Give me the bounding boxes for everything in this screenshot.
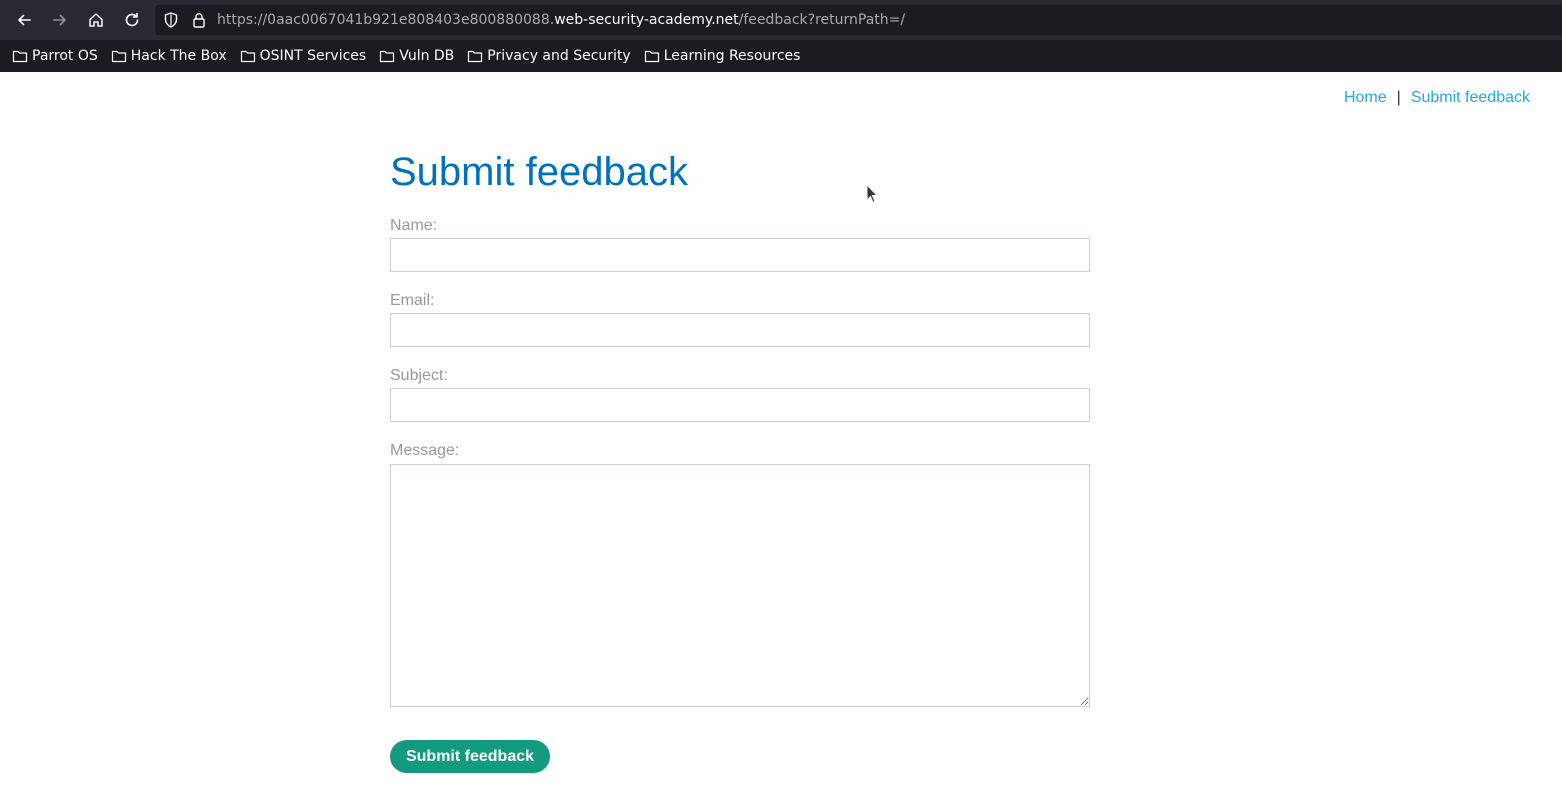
subject-label: Subject: bbox=[390, 367, 448, 384]
name-input[interactable] bbox=[390, 238, 1090, 272]
browser-chrome: https://0aac0067041b921e808403e800880088… bbox=[0, 0, 1562, 72]
url-path: /feedback?returnPath=/ bbox=[738, 12, 906, 28]
reload-button[interactable] bbox=[120, 8, 144, 32]
bookmark-learning-resources[interactable]: Learning Resources bbox=[644, 48, 801, 64]
nav-home-link[interactable]: Home bbox=[1344, 89, 1387, 106]
submit-feedback-button[interactable]: Submit feedback bbox=[390, 740, 550, 773]
folder-icon bbox=[380, 50, 395, 63]
bookmark-hack-the-box[interactable]: Hack The Box bbox=[111, 48, 227, 64]
url-text[interactable]: https://0aac0067041b921e808403e800880088… bbox=[217, 11, 905, 29]
folder-icon bbox=[111, 50, 126, 63]
nav-submit-feedback-link[interactable]: Submit feedback bbox=[1411, 89, 1530, 106]
bookmark-label: Hack The Box bbox=[130, 48, 227, 64]
home-button[interactable] bbox=[84, 8, 108, 32]
bookmark-label: Parrot OS bbox=[32, 48, 98, 64]
nav-separator: | bbox=[1396, 89, 1401, 106]
bookmark-label: OSINT Services bbox=[259, 48, 367, 64]
bookmark-vuln-db[interactable]: Vuln DB bbox=[379, 48, 454, 64]
bookmark-label: Vuln DB bbox=[399, 48, 455, 64]
bookmark-label: Learning Resources bbox=[663, 48, 801, 64]
bookmarks-bar: Parrot OS Hack The Box OSINT Services Vu… bbox=[0, 40, 1562, 72]
folder-icon bbox=[468, 50, 483, 63]
shield-icon[interactable] bbox=[162, 11, 180, 29]
bookmark-privacy-and-security[interactable]: Privacy and Security bbox=[467, 48, 631, 64]
forward-button[interactable] bbox=[48, 8, 72, 32]
url-bar[interactable]: https://0aac0067041b921e808403e800880088… bbox=[155, 5, 1562, 35]
home-icon bbox=[89, 13, 103, 27]
message-textarea[interactable] bbox=[390, 464, 1090, 707]
forward-arrow-icon bbox=[53, 14, 66, 26]
bookmark-parrot-os[interactable]: Parrot OS bbox=[12, 48, 98, 64]
bookmark-osint-services[interactable]: OSINT Services bbox=[240, 48, 367, 64]
lock-icon[interactable] bbox=[190, 11, 208, 29]
url-prefix: https://0aac0067041b921e808403e800880088… bbox=[217, 12, 555, 28]
email-input[interactable] bbox=[390, 313, 1090, 347]
subject-input[interactable] bbox=[390, 388, 1090, 422]
back-button[interactable] bbox=[12, 8, 36, 32]
message-label: Message: bbox=[390, 442, 460, 459]
url-host: web-security-academy.net bbox=[554, 12, 739, 28]
email-label: Email: bbox=[390, 292, 435, 309]
top-nav: Home | Submit feedback bbox=[1344, 88, 1530, 108]
name-label: Name: bbox=[390, 217, 438, 234]
page-title: Submit feedback bbox=[390, 150, 688, 194]
folder-icon bbox=[240, 50, 255, 63]
mouse-cursor-icon bbox=[866, 184, 878, 204]
folder-icon bbox=[644, 50, 659, 63]
browser-toolbar: https://0aac0067041b921e808403e800880088… bbox=[0, 0, 1562, 40]
folder-icon bbox=[12, 50, 28, 63]
bookmark-label: Privacy and Security bbox=[487, 48, 631, 64]
back-arrow-icon bbox=[18, 14, 31, 26]
reload-icon bbox=[125, 12, 139, 27]
